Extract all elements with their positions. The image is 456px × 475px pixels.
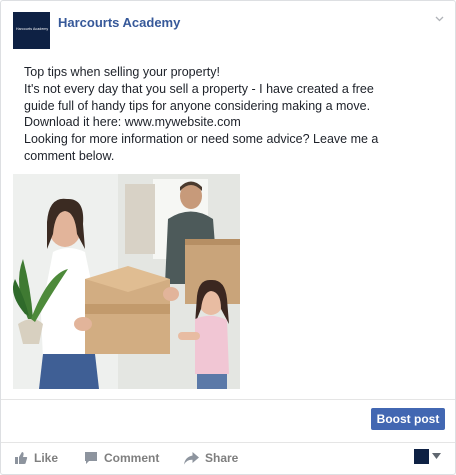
post-line: guide full of handy tips for anyone cons…: [24, 98, 371, 113]
page-avatar[interactable]: Harcourts Academy: [13, 12, 50, 49]
divider: [1, 399, 455, 400]
divider: [1, 442, 455, 443]
comment-bubble-icon: [85, 452, 97, 464]
post-card: Harcourts Academy Harcourts Academy Top …: [0, 0, 456, 475]
share-arrow-icon: [184, 451, 199, 464]
chevron-down-icon[interactable]: [435, 14, 444, 23]
avatar-logo-text: Harcourts Academy: [16, 27, 49, 31]
thumbs-up-icon: [15, 452, 28, 464]
caret-down-icon[interactable]: [432, 453, 441, 459]
boost-post-button[interactable]: Boost post: [371, 408, 445, 430]
like-label: Like: [34, 451, 59, 465]
share-button[interactable]: Share: [184, 450, 238, 466]
post-line: Download it here: www.mywebsite.com: [24, 115, 241, 130]
like-button[interactable]: Like: [14, 450, 58, 466]
post-line: It's not every day that you sell a prope…: [24, 81, 374, 96]
share-label: Share: [205, 451, 239, 465]
post-message: Top tips when selling your property! It'…: [24, 64, 444, 165]
audience-avatar[interactable]: [414, 449, 429, 464]
comment-button[interactable]: Comment: [84, 450, 159, 466]
post-photo[interactable]: [13, 174, 240, 389]
post-line: Looking for more information or need som…: [24, 132, 379, 147]
comment-label: Comment: [104, 451, 160, 465]
page-name-link[interactable]: Harcourts Academy: [58, 15, 180, 30]
post-line: Top tips when selling your property!: [24, 65, 220, 79]
post-line: comment below.: [24, 148, 115, 163]
